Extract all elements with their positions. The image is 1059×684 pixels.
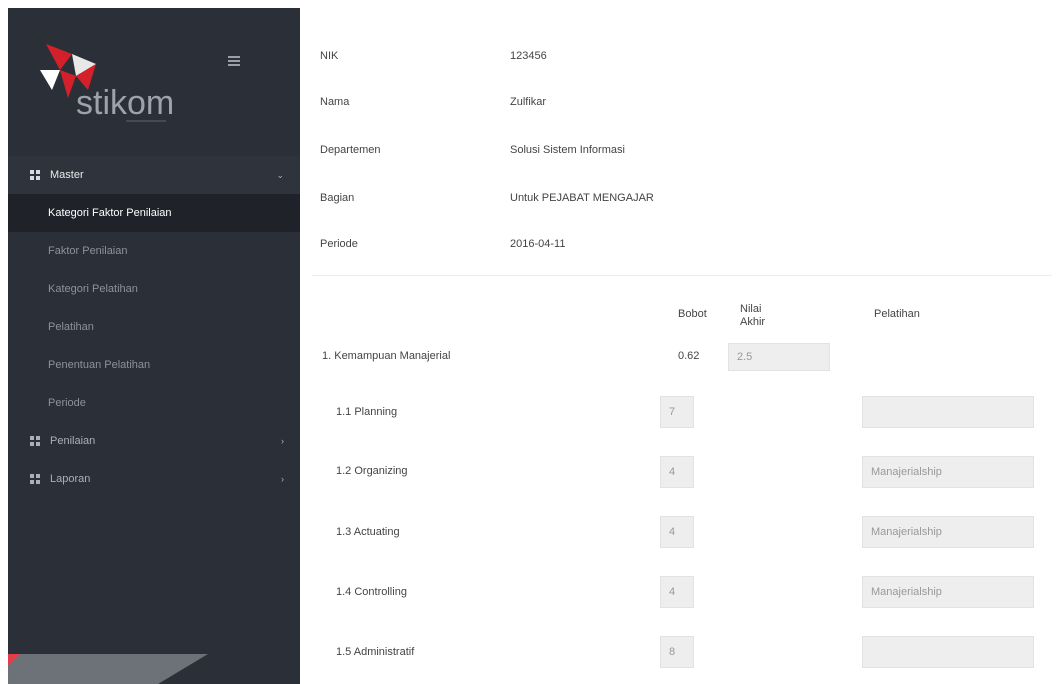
sidebar-item-faktor-penilaian[interactable]: Faktor Penilaian [8,232,300,270]
chevron-right-icon: › [281,474,284,484]
sidebar-menu: Master ⌄ Kategori Faktor Penilaian Fakto… [8,156,300,498]
chevron-down-icon: ⌄ [276,170,284,180]
row-value-administratif[interactable]: 8 [660,636,694,668]
sidebar-item-penentuan-pelatihan[interactable]: Penentuan Pelatihan [8,346,300,384]
header-nilai-line2: Akhir [740,316,766,328]
nama-value: Zulfikar [510,96,547,108]
sidebar-item-periode[interactable]: Periode [8,384,300,422]
row-pelatihan-planning[interactable] [862,396,1034,428]
row-pelatihan-administratif[interactable] [862,636,1034,668]
grid-icon [30,474,40,484]
page-edge [0,0,8,684]
sidebar-item-pelatihan[interactable]: Pelatihan [8,308,300,346]
header-pelatihan: Pelatihan [874,308,920,320]
category-label: 1. Kemampuan Manajerial [322,350,451,362]
header-nilai-akhir: Nilai Akhir [740,303,765,329]
sidebar-item-kategori-faktor-penilaian[interactable]: Kategori Faktor Penilaian [8,194,300,232]
periode-value: 2016-04-11 [510,238,566,250]
nik-value: 123456 [510,50,547,62]
sidebar-item-kategori-pelatihan[interactable]: Kategori Pelatihan [8,270,300,308]
sidebar: stikom Master ⌄ Kategori Faktor Penilaia… [8,8,300,684]
header-bobot: Bobot [678,308,707,320]
info-row-nama: Nama Zulfikar [320,92,546,112]
hamburger-icon[interactable] [228,56,240,66]
header-nilai-line1: Nilai [740,303,762,315]
grid-icon [30,436,40,446]
info-row-bagian: Bagian Untuk PEJABAT MENGAJAR [320,188,654,208]
departemen-label: Departemen [320,144,381,156]
row-label-actuating: 1.3 Actuating [336,526,400,538]
row-label-administratif: 1.5 Administratif [336,646,415,658]
sidebar-group-label: Master [50,169,84,181]
nilai-akhir-field[interactable]: 2.5 [728,343,830,371]
info-row-nik: NIK 123456 [320,46,547,66]
bagian-label: Bagian [320,192,355,204]
row-label-controlling: 1.4 Controlling [336,586,407,598]
info-row-departemen: Departemen Solusi Sistem Informasi [320,140,625,160]
departemen-value: Solusi Sistem Informasi [510,144,625,156]
sidebar-group-laporan[interactable]: Laporan › [8,460,300,498]
row-value-controlling[interactable]: 4 [660,576,694,608]
sidebar-group-penilaian[interactable]: Penilaian › [8,422,300,460]
row-pelatihan-organizing[interactable]: Manajerialship [862,456,1034,488]
bagian-value: Untuk PEJABAT MENGAJAR [510,192,654,204]
sidebar-group-master[interactable]: Master ⌄ [8,156,300,194]
nik-label: NIK [320,50,339,62]
main-content: NIK 123456 Nama Zulfikar Departemen Solu… [300,0,1059,684]
chevron-right-icon: › [281,436,284,446]
logo-area: stikom [8,8,300,136]
sidebar-group-label: Laporan [50,473,91,485]
grid-icon [30,170,40,180]
logo-text: stikom [76,84,175,122]
periode-label: Periode [320,238,358,250]
row-value-actuating[interactable]: 4 [660,516,694,548]
info-row-periode: Periode 2016-04-11 [320,234,565,254]
sidebar-group-label: Penilaian [50,435,96,447]
row-pelatihan-controlling[interactable]: Manajerialship [862,576,1034,608]
watermark-shape [8,654,300,684]
section-divider [312,275,1052,276]
row-value-planning[interactable]: 7 [660,396,694,428]
row-label-organizing: 1.2 Organizing [336,465,408,477]
row-value-organizing[interactable]: 4 [660,456,694,488]
row-pelatihan-actuating[interactable]: Manajerialship [862,516,1034,548]
category-bobot: 0.62 [678,350,700,362]
row-label-planning: 1.1 Planning [336,406,398,418]
nama-label: Nama [320,96,350,108]
logo-underline [126,120,166,122]
